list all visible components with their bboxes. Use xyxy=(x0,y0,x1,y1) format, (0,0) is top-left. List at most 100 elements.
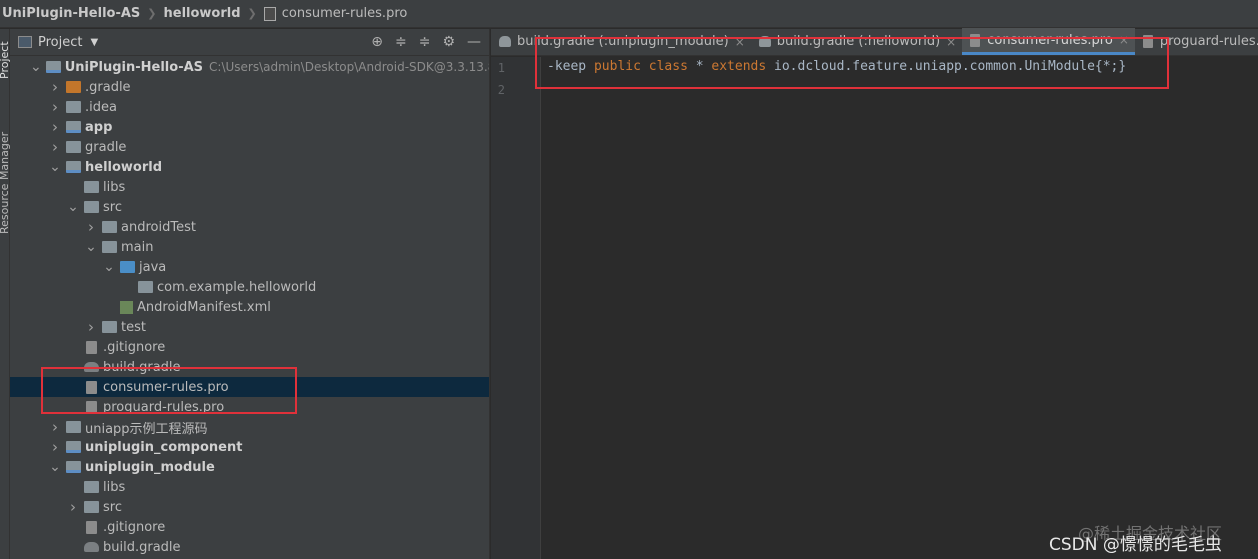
file-icon xyxy=(263,6,276,21)
chevron-right-icon: ❯ xyxy=(147,7,157,20)
folder-icon xyxy=(102,221,117,233)
breadcrumb: UniPlugin-Hello-AS ❯ helloworld ❯ consum… xyxy=(0,0,1258,28)
chevron-right-icon[interactable]: › xyxy=(48,138,62,156)
tree-item-label: uniplugin_component xyxy=(85,439,243,455)
project-panel-header: Project ▼ ⊕ ≑ ≑ ⚙ — xyxy=(10,29,489,56)
tree-item-label: src xyxy=(103,199,122,215)
tree-item[interactable]: › .idea xyxy=(10,97,489,117)
chevron-right-icon[interactable]: › xyxy=(84,318,98,336)
tree-item-label: UniPlugin-Hello-AS xyxy=(64,59,204,75)
project-icon xyxy=(18,36,32,48)
tree-item[interactable]: build.gradle xyxy=(10,537,489,557)
breadcrumb-project[interactable]: UniPlugin-Hello-AS xyxy=(2,6,140,21)
tree-item[interactable]: com.example.helloworld xyxy=(10,277,489,297)
folder-icon xyxy=(84,201,99,213)
tree-item-label: gradle xyxy=(85,139,127,155)
tree-item[interactable]: ⌄ java xyxy=(10,257,489,277)
line-number: 1 xyxy=(497,61,505,75)
editor: build.gradle (:uniplugin_module) × build.g… xyxy=(491,28,1258,559)
chevron-right-icon[interactable]: › xyxy=(48,438,62,456)
module-folder-icon xyxy=(66,441,81,453)
chevron-right-icon[interactable]: › xyxy=(48,418,62,436)
tree-item-label: java xyxy=(139,259,167,275)
line-gutter: 1 2 xyxy=(491,57,541,559)
chevron-down-icon[interactable]: ⌄ xyxy=(84,240,98,254)
tool-window-strip: Project Resource Manager xyxy=(0,29,11,559)
tree-item[interactable]: ⌄ uniplugin_module xyxy=(10,457,489,477)
highlight-box-code xyxy=(535,37,1169,89)
folder-icon xyxy=(84,501,99,513)
locate-file-icon[interactable]: ⊕ xyxy=(371,34,383,50)
folder-icon xyxy=(102,241,117,253)
source-folder-icon xyxy=(120,261,135,273)
chevron-down-icon[interactable]: ⌄ xyxy=(66,200,80,214)
tree-item-label: build.gradle xyxy=(103,539,181,555)
tree-item-label: .idea xyxy=(85,99,117,115)
file-icon xyxy=(86,340,97,354)
chevron-right-icon[interactable]: › xyxy=(48,118,62,136)
chevron-right-icon[interactable]: › xyxy=(48,98,62,116)
tree-item-label: libs xyxy=(103,179,126,195)
chevron-right-icon[interactable]: › xyxy=(84,218,98,236)
editor-tab-label: proguard-rules.pro xyxy=(1159,34,1258,49)
manifest-icon xyxy=(120,300,133,314)
hide-panel-icon[interactable]: — xyxy=(467,34,481,50)
chevron-right-icon: ❯ xyxy=(247,7,257,20)
expand-all-icon[interactable]: ≑ xyxy=(395,34,407,50)
project-panel-toolbar: ⊕ ≑ ≑ ⚙ — xyxy=(371,34,489,50)
module-folder-icon xyxy=(66,461,81,473)
tree-item-label: .gradle xyxy=(85,79,131,95)
tree-item[interactable]: › test xyxy=(10,317,489,337)
module-folder-icon xyxy=(66,121,81,133)
watermark-csdn: CSDN @憬憬的毛毛虫 xyxy=(1049,535,1222,555)
tree-item[interactable]: › src xyxy=(10,497,489,517)
chevron-down-icon[interactable]: ⌄ xyxy=(102,260,116,274)
tree-item-label: libs xyxy=(103,479,126,495)
tree-item-label: androidTest xyxy=(121,219,196,235)
tree-item[interactable]: ⌄ main xyxy=(10,237,489,257)
project-panel: Project ▼ ⊕ ≑ ≑ ⚙ — ⌄ UniPlugin-Hello-AS C… xyxy=(10,29,490,559)
package-icon xyxy=(138,281,153,293)
chevron-right-icon[interactable]: › xyxy=(66,498,80,516)
folder-icon xyxy=(102,321,117,333)
tree-item[interactable]: ⌄ UniPlugin-Hello-AS C:\Users\admin\Deskto… xyxy=(10,57,489,77)
chevron-down-icon[interactable]: ⌄ xyxy=(48,160,62,174)
tree-item[interactable]: AndroidManifest.xml xyxy=(10,297,489,317)
tree-item-label: app xyxy=(85,119,113,135)
tree-item[interactable]: › app xyxy=(10,117,489,137)
chevron-down-icon[interactable]: ⌄ xyxy=(30,60,42,74)
tree-item[interactable]: .gitignore xyxy=(10,337,489,357)
folder-icon xyxy=(66,141,81,153)
tree-item-label: test xyxy=(121,319,146,335)
tree-item[interactable]: ⌄ helloworld xyxy=(10,157,489,177)
tree-item[interactable]: › androidTest xyxy=(10,217,489,237)
tree-item[interactable]: libs xyxy=(10,477,489,497)
tree-item-label: .gitignore xyxy=(103,339,166,355)
tree-item[interactable]: › .gradle xyxy=(10,77,489,97)
breadcrumb-module[interactable]: helloworld xyxy=(164,6,241,21)
tree-item[interactable]: › gradle xyxy=(10,137,489,157)
chevron-down-icon[interactable]: ⌄ xyxy=(48,460,62,474)
tree-item-label: com.example.helloworld xyxy=(157,279,317,295)
folder-icon xyxy=(66,101,81,113)
tree-item[interactable]: › uniplugin_component xyxy=(10,437,489,457)
project-view-selector[interactable]: Project ▼ xyxy=(18,35,98,50)
tree-item[interactable]: ⌄ src xyxy=(10,197,489,217)
chevron-down-icon: ▼ xyxy=(90,36,99,48)
breadcrumb-file[interactable]: consumer-rules.pro xyxy=(282,6,408,21)
module-folder-icon xyxy=(66,161,81,173)
line-number: 2 xyxy=(497,83,505,97)
tree-item[interactable]: .gitignore xyxy=(10,517,489,537)
project-panel-title: Project xyxy=(38,34,83,50)
collapse-all-icon[interactable]: ≑ xyxy=(419,34,431,50)
gear-icon[interactable]: ⚙ xyxy=(442,34,455,50)
gradle-icon xyxy=(499,36,511,47)
tree-item[interactable]: libs xyxy=(10,177,489,197)
folder-icon xyxy=(66,421,81,433)
project-path: C:\Users\admin\Desktop\Android-SDK@3.3.1… xyxy=(209,60,489,74)
tree-item-label: AndroidManifest.xml xyxy=(137,299,271,315)
file-icon xyxy=(86,520,97,534)
gradle-icon xyxy=(84,542,99,552)
chevron-right-icon[interactable]: › xyxy=(48,78,62,96)
tree-item[interactable]: › uniapp示例工程源码 xyxy=(10,417,489,437)
